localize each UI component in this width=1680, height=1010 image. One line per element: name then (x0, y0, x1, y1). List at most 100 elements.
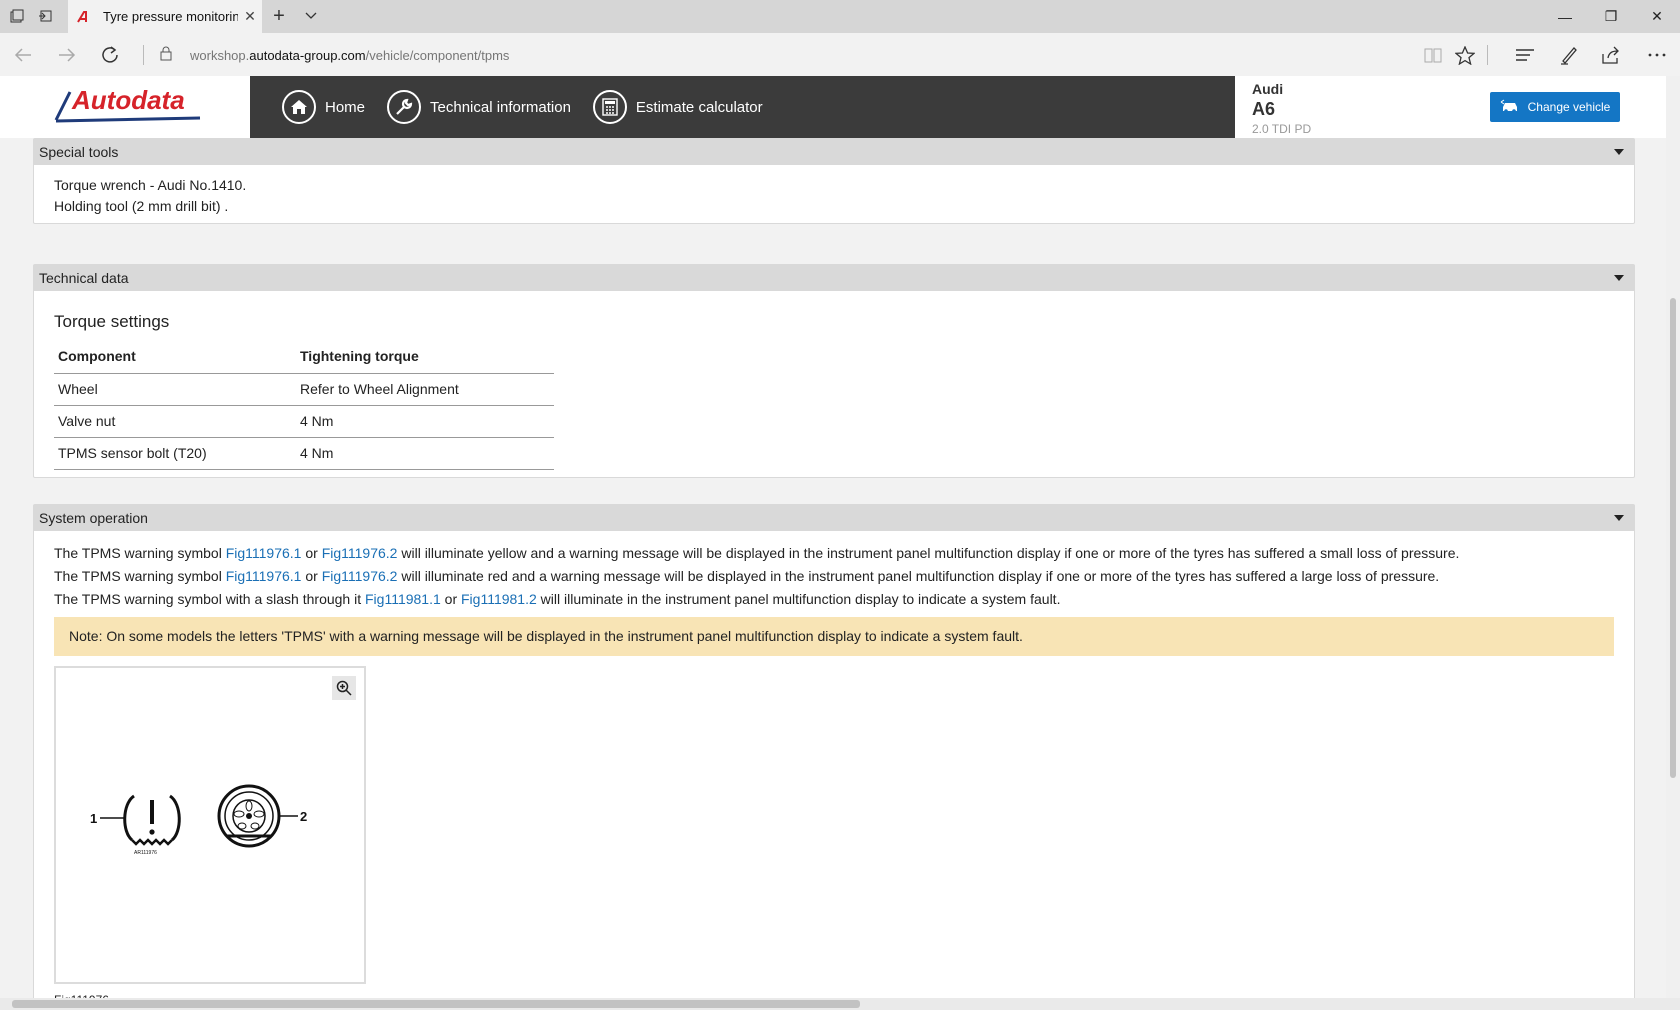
technical-data-panel: Technical data Torque settings Component… (33, 264, 1635, 478)
browser-tab-strip: Tyre pressure monitorin ✕ + — ❐ ✕ (0, 0, 1680, 33)
minimize-button[interactable]: — (1542, 0, 1588, 33)
table-cell: Refer to Wheel Alignment (296, 373, 554, 406)
figure-link[interactable]: Fig111976.1 (226, 568, 302, 584)
table-header-row: Component Tightening torque (54, 340, 554, 374)
special-tools-header[interactable]: Special tools (34, 139, 1634, 165)
home-icon (282, 90, 316, 124)
new-tab-button[interactable]: + (268, 5, 290, 27)
divider (143, 45, 144, 65)
figure-link[interactable]: Fig111976.1 (226, 545, 302, 561)
operation-line: The TPMS warning symbol Fig111976.1 or F… (54, 565, 1614, 588)
horizontal-scrollbar[interactable] (0, 998, 1680, 1010)
logo-text: Autodata (71, 85, 185, 115)
vehicle-make: Audi (1252, 81, 1284, 97)
text-span: will illuminate in the instrument panel … (536, 591, 1061, 607)
refresh-button[interactable] (95, 41, 125, 69)
url-host: autodata-group.com (249, 47, 366, 63)
system-operation-header[interactable]: System operation (34, 505, 1634, 531)
torque-settings-heading: Torque settings (54, 312, 170, 331)
special-tools-panel: Special tools Torque wrench - Audi No.14… (33, 138, 1635, 224)
nav-home-label: Home (325, 98, 366, 116)
horizontal-scroll-thumb[interactable] (12, 1000, 860, 1008)
column-header: Component (54, 340, 296, 374)
restore-button[interactable]: ❐ (1588, 0, 1634, 33)
divider (1487, 45, 1488, 65)
text-span: The TPMS warning symbol (54, 545, 226, 561)
vehicle-engine: 2.0 TDI PD (1252, 122, 1312, 136)
special-tool-item: Torque wrench - Audi No.1410. (54, 177, 247, 193)
selected-vehicle: Audi A6 2.0 TDI PD (1252, 81, 1311, 136)
vertical-scroll-thumb[interactable] (1670, 298, 1676, 778)
text-span: or (301, 568, 322, 584)
tab-close-icon[interactable]: ✕ (238, 8, 262, 25)
system-operation-title: System operation (39, 510, 148, 526)
more-icon[interactable] (1644, 42, 1670, 68)
url-prefix: workshop. (190, 47, 250, 63)
reading-view-icon[interactable] (1420, 42, 1446, 68)
table-cell: TPMS sensor bolt (T20) (54, 437, 296, 470)
wrench-icon (387, 90, 422, 124)
torque-table: Component Tightening torque Wheel Refer … (54, 340, 554, 470)
tab-preview-chevron-icon[interactable] (300, 6, 322, 26)
collapse-caret-icon[interactable] (1614, 515, 1624, 521)
vertical-scrollbar[interactable] (1666, 76, 1680, 998)
autodata-favicon-icon (76, 9, 92, 25)
address-field[interactable]: workshop. autodata-group.com/vehicle/comp… (160, 43, 509, 67)
figure-thumbnail[interactable]: 1 AR111976 2 (54, 666, 366, 984)
table-row: Wheel Refer to Wheel Alignment (54, 373, 554, 406)
tab-manager-icon[interactable] (6, 6, 28, 26)
table-row: Valve nut 4 Nm (54, 405, 554, 438)
figure-label-2: 2 (300, 809, 307, 824)
figure-link[interactable]: Fig111981.2 (461, 591, 537, 607)
nav-technical-information[interactable]: Technical information (387, 90, 571, 124)
change-vehicle-label: Change vehicle (1527, 100, 1611, 114)
favorite-star-icon[interactable] (1452, 42, 1478, 68)
nav-estimate-calculator-label: Estimate calculator (635, 98, 763, 116)
text-span: The TPMS warning symbol with a slash thr… (54, 591, 365, 607)
tab-title: Tyre pressure monitorin (103, 9, 238, 24)
system-operation-panel: System operation The TPMS warning symbol… (33, 504, 1635, 998)
change-vehicle-button[interactable]: Change vehicle (1490, 92, 1620, 122)
table-cell: 4 Nm (296, 405, 554, 438)
figure-label-1: 1 (90, 811, 97, 826)
text-span: will illuminate yellow and a warning mes… (397, 545, 1460, 561)
tpms-warning-symbols-illustration: 1 AR111976 2 (90, 784, 307, 856)
operation-line: The TPMS warning symbol Fig111976.1 or F… (54, 542, 1614, 565)
special-tool-item: Holding tool (2 mm drill bit) . (54, 198, 229, 214)
technical-data-header[interactable]: Technical data (34, 265, 1634, 291)
car-swap-icon (1500, 99, 1520, 116)
hub-icon[interactable] (1512, 42, 1538, 68)
nav-home[interactable]: Home (282, 90, 365, 124)
column-header: Tightening torque (296, 340, 554, 374)
text-span: The TPMS warning symbol (54, 568, 226, 584)
web-note-icon[interactable] (1556, 42, 1582, 68)
forward-button[interactable] (52, 41, 82, 69)
special-tools-title: Special tools (39, 144, 119, 160)
calculator-icon (592, 90, 627, 124)
figure-link[interactable]: Fig111981.1 (365, 591, 441, 607)
table-cell: Valve nut (54, 405, 296, 438)
nav-technical-information-label: Technical information (430, 98, 571, 116)
set-tabs-aside-icon[interactable] (34, 6, 56, 26)
site-header: Autodata Home Technical information Esti… (0, 76, 1666, 138)
main-content: Special tools Torque wrench - Audi No.14… (0, 138, 1666, 998)
url-path: /vehicle/component/tpms (365, 47, 510, 63)
table-row: TPMS sensor bolt (T20) 4 Nm (54, 437, 554, 470)
figure-link[interactable]: Fig111976.2 (322, 568, 398, 584)
address-toolbar: workshop. autodata-group.com/vehicle/comp… (0, 33, 1680, 76)
collapse-caret-icon[interactable] (1614, 149, 1624, 155)
collapse-caret-icon[interactable] (1614, 275, 1624, 281)
figure-code: AR111976 (134, 850, 157, 856)
autodata-logo[interactable]: Autodata (54, 82, 204, 123)
tab-tpms[interactable]: Tyre pressure monitorin ✕ (68, 0, 262, 33)
vehicle-model: A6 (1252, 99, 1276, 119)
back-button[interactable] (8, 41, 38, 69)
figure-link[interactable]: Fig111976.2 (322, 545, 398, 561)
share-icon[interactable] (1598, 42, 1624, 68)
note-box: Note: On some models the letters 'TPMS' … (54, 617, 1614, 656)
nav-estimate-calculator[interactable]: Estimate calculator (592, 90, 763, 124)
main-nav: Home Technical information Estimate calc… (250, 76, 1235, 138)
text-span: or (440, 591, 461, 607)
close-window-button[interactable]: ✕ (1634, 0, 1680, 33)
technical-data-title: Technical data (39, 270, 129, 286)
